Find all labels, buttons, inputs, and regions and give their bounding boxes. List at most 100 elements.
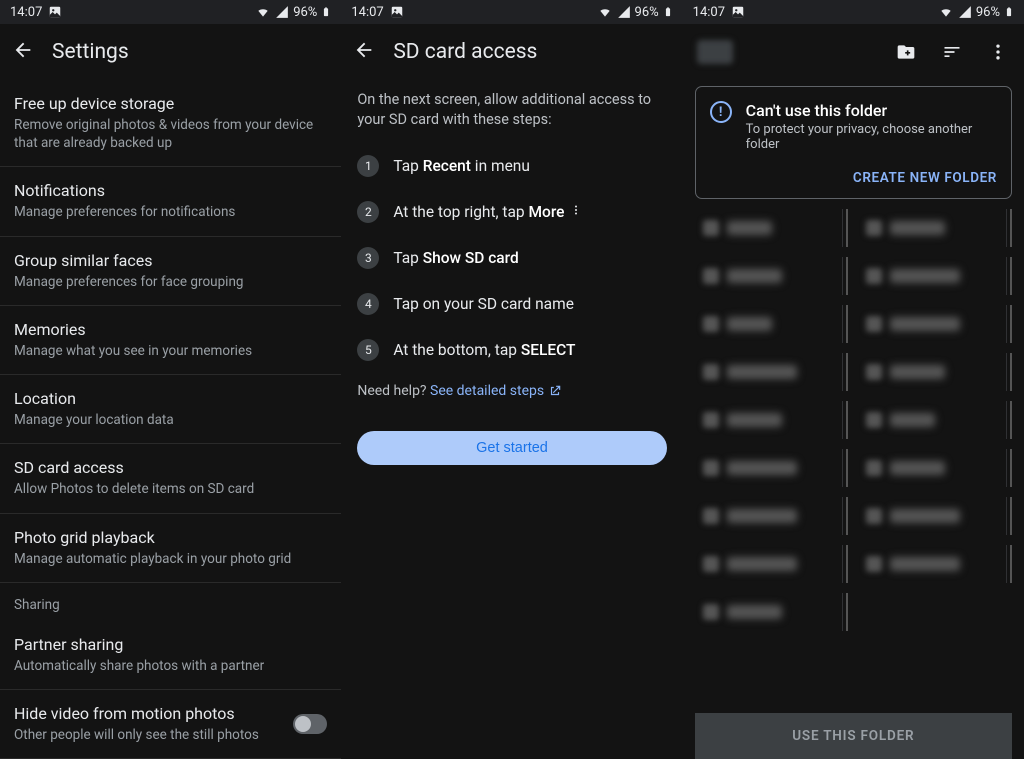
intro-text: On the next screen, allow additional acc… bbox=[341, 80, 682, 143]
item-sub: Allow Photos to delete items on SD card bbox=[14, 480, 327, 498]
step-item: 3 Tap Show SD card bbox=[357, 235, 666, 281]
card-sub: To protect your privacy, choose another … bbox=[746, 122, 997, 152]
status-time: 14:07 bbox=[693, 5, 725, 20]
help-text: Need help? See detailed steps bbox=[341, 373, 682, 409]
settings-item[interactable]: Group similar faces Manage preferences f… bbox=[0, 237, 341, 306]
battery-icon bbox=[1004, 4, 1014, 20]
folder-item-blurred[interactable] bbox=[858, 449, 1007, 487]
folder-item-blurred[interactable] bbox=[695, 257, 844, 295]
status-bar: 14:07 96% bbox=[683, 0, 1024, 24]
folder-grid-blurred bbox=[683, 209, 1024, 631]
battery-pct: 96% bbox=[635, 5, 659, 20]
step-text: Tap on your SD card name bbox=[393, 295, 574, 313]
new-folder-icon[interactable] bbox=[888, 34, 924, 70]
status-bar: 14:07 96% bbox=[0, 0, 341, 24]
folder-item-blurred[interactable] bbox=[695, 209, 844, 247]
settings-item[interactable]: Photo grid playback Manage automatic pla… bbox=[0, 514, 341, 583]
item-sub: Manage your location data bbox=[14, 411, 327, 429]
status-time: 14:07 bbox=[351, 5, 383, 20]
step-text: Tap Show SD card bbox=[393, 249, 518, 267]
step-text: Tap Recent in menu bbox=[393, 157, 530, 175]
settings-screen: 14:07 96% Settings Free up device storag… bbox=[0, 0, 341, 759]
folder-item-blurred[interactable] bbox=[695, 593, 844, 631]
item-title: SD card access bbox=[14, 458, 327, 477]
item-title: Free up device storage bbox=[14, 94, 327, 113]
item-sub: Manage preferences for face grouping bbox=[14, 273, 327, 291]
item-title: Notifications bbox=[14, 181, 327, 200]
steps-list: 1 Tap Recent in menu 2 At the top right,… bbox=[341, 143, 682, 373]
sort-icon[interactable] bbox=[934, 34, 970, 70]
item-title: Hide video from motion photos bbox=[14, 704, 259, 723]
settings-item[interactable]: SD card access Allow Photos to delete it… bbox=[0, 444, 341, 513]
settings-item[interactable]: Partner sharing Automatically share phot… bbox=[0, 621, 341, 690]
folder-item-blurred[interactable] bbox=[695, 305, 844, 343]
battery-pct: 96% bbox=[976, 5, 1000, 20]
item-sub: Automatically share photos with a partne… bbox=[14, 657, 327, 675]
battery-icon bbox=[321, 4, 331, 20]
folder-item-blurred[interactable] bbox=[695, 545, 844, 583]
item-sub: Manage automatic playback in your photo … bbox=[14, 550, 327, 568]
toolbar bbox=[683, 24, 1024, 80]
settings-item[interactable]: Memories Manage what you see in your mem… bbox=[0, 306, 341, 375]
folder-item-blurred[interactable] bbox=[858, 353, 1007, 391]
battery-pct: 96% bbox=[293, 5, 317, 20]
info-icon: ! bbox=[710, 101, 732, 123]
photo-icon bbox=[48, 5, 62, 19]
step-number: 2 bbox=[357, 201, 379, 223]
folder-item-blurred[interactable] bbox=[858, 497, 1007, 535]
folder-item-blurred[interactable] bbox=[695, 401, 844, 439]
step-item: 4 Tap on your SD card name bbox=[357, 281, 666, 327]
step-text: At the bottom, tap SELECT bbox=[393, 341, 575, 359]
create-folder-button[interactable]: CREATE NEW FOLDER bbox=[710, 170, 997, 186]
item-sub: Other people will only see the still pho… bbox=[14, 726, 259, 744]
sdcard-screen: 14:07 96% SD card access On the next scr… bbox=[341, 0, 682, 759]
settings-item[interactable]: Location Manage your location data bbox=[0, 375, 341, 444]
step-number: 1 bbox=[357, 155, 379, 177]
status-time: 14:07 bbox=[10, 5, 42, 20]
folder-item-blurred[interactable] bbox=[858, 257, 1007, 295]
settings-item[interactable]: Notifications Manage preferences for not… bbox=[0, 167, 341, 236]
app-bar: SD card access bbox=[341, 24, 682, 80]
wifi-icon bbox=[597, 5, 613, 19]
item-title: Group similar faces bbox=[14, 251, 327, 270]
help-link[interactable]: See detailed steps bbox=[430, 383, 544, 399]
folder-item-blurred[interactable] bbox=[858, 545, 1007, 583]
use-folder-button[interactable]: USE THIS FOLDER bbox=[695, 713, 1012, 759]
more-vert-icon bbox=[570, 203, 582, 217]
signal-icon bbox=[958, 5, 972, 19]
folder-item-blurred[interactable] bbox=[695, 449, 844, 487]
folder-item-blurred[interactable] bbox=[695, 353, 844, 391]
get-started-button[interactable]: Get started bbox=[357, 431, 666, 465]
toggle-switch[interactable] bbox=[293, 714, 327, 734]
photo-icon bbox=[390, 5, 404, 19]
breadcrumb-blurred[interactable] bbox=[697, 40, 733, 64]
item-title: Memories bbox=[14, 320, 327, 339]
app-bar: Settings bbox=[0, 24, 341, 80]
status-bar: 14:07 96% bbox=[341, 0, 682, 24]
item-sub: Manage preferences for notifications bbox=[14, 203, 327, 221]
wifi-icon bbox=[255, 5, 271, 19]
step-item: 2 At the top right, tap More bbox=[357, 189, 666, 235]
signal-icon bbox=[617, 5, 631, 19]
back-icon[interactable] bbox=[353, 39, 375, 65]
folder-item-blurred[interactable] bbox=[858, 401, 1007, 439]
step-number: 4 bbox=[357, 293, 379, 315]
more-vert-icon[interactable] bbox=[980, 34, 1016, 70]
folder-item-blurred[interactable] bbox=[695, 497, 844, 535]
settings-list[interactable]: Free up device storage Remove original p… bbox=[0, 80, 341, 759]
step-number: 5 bbox=[357, 339, 379, 361]
page-title: SD card access bbox=[393, 40, 537, 64]
item-sub: Remove original photos & videos from you… bbox=[14, 116, 327, 152]
back-icon[interactable] bbox=[12, 39, 34, 65]
settings-item[interactable]: Free up device storage Remove original p… bbox=[0, 80, 341, 167]
battery-icon bbox=[663, 4, 673, 20]
warning-card: ! Can't use this folder To protect your … bbox=[695, 86, 1012, 199]
item-title: Partner sharing bbox=[14, 635, 327, 654]
folder-item-blurred[interactable] bbox=[858, 209, 1007, 247]
folder-item-blurred[interactable] bbox=[858, 305, 1007, 343]
wifi-icon bbox=[938, 5, 954, 19]
step-item: 5 At the bottom, tap SELECT bbox=[357, 327, 666, 373]
step-number: 3 bbox=[357, 247, 379, 269]
section-header: Sharing bbox=[0, 583, 341, 621]
settings-toggle-item[interactable]: Hide video from motion photos Other peop… bbox=[0, 690, 341, 759]
